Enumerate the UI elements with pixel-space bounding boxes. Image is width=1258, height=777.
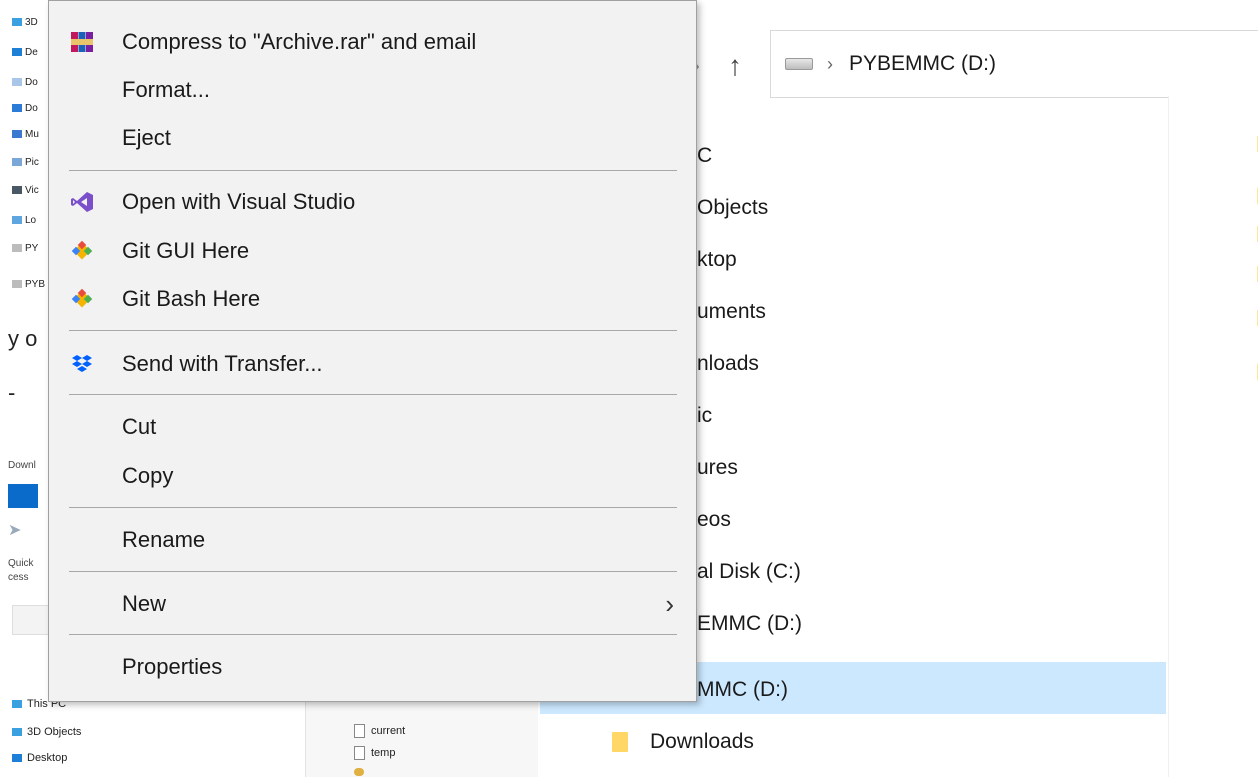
menu-item-label: Cut <box>122 414 157 439</box>
menu-item-label: Properties <box>122 654 223 679</box>
address-bar[interactable]: › PYBEMMC (D:) <box>770 30 1258 98</box>
menu-item-label: Open with Visual Studio <box>122 189 356 214</box>
background-label: Quick <box>8 558 34 569</box>
tree-item[interactable]: uments <box>697 300 766 324</box>
tree-item[interactable]: al Disk (C:) <box>697 560 801 584</box>
document-icon <box>12 78 22 86</box>
background-label: cess <box>8 572 29 583</box>
left-tree-item[interactable]: PYB <box>12 274 45 294</box>
tree-item[interactable]: Objects <box>697 196 768 220</box>
menu-item-send-transfer[interactable]: Send with Transfer... <box>49 341 696 387</box>
background-label: Downl <box>8 460 36 471</box>
left-tree-item[interactable]: Lo <box>12 210 36 230</box>
file-item[interactable]: temp <box>354 746 395 760</box>
file-item[interactable] <box>354 768 370 776</box>
menu-item-label: Git Bash Here <box>122 286 261 311</box>
menu-item-rename[interactable]: Rename <box>49 517 696 563</box>
address-path: PYBEMMC (D:) <box>849 52 996 75</box>
file-icon <box>354 724 365 738</box>
menu-item-copy[interactable]: Copy <box>49 453 696 499</box>
menu-separator <box>69 394 677 395</box>
menu-separator <box>69 634 677 635</box>
dropbox-icon <box>69 351 95 377</box>
tree-item-downloads[interactable]: Downloads <box>612 730 754 754</box>
winrar-icon <box>69 29 95 55</box>
menu-item-label: Format... <box>122 77 211 102</box>
content-pane <box>1168 96 1258 777</box>
tree-item-desktop[interactable]: Desktop <box>12 752 67 764</box>
context-menu: Compress to "Archive.rar" and email Form… <box>48 0 697 702</box>
menu-item-label: Send with Transfer... <box>122 351 323 376</box>
menu-item-git-gui[interactable]: Git GUI Here <box>49 228 696 274</box>
video-icon <box>12 186 22 194</box>
menu-item-label: Copy <box>122 463 174 488</box>
file-item[interactable]: current <box>354 724 405 738</box>
git-icon <box>69 286 95 312</box>
pictures-icon <box>12 158 22 166</box>
menu-item-label: Rename <box>122 527 206 552</box>
left-tree-item[interactable]: Mu <box>12 124 39 144</box>
drive-icon <box>12 280 22 288</box>
ribbon-button[interactable] <box>8 484 38 508</box>
left-tree-item[interactable]: 3D <box>12 12 38 32</box>
menu-separator <box>69 571 677 572</box>
menu-item-git-bash[interactable]: Git Bash Here <box>49 276 696 322</box>
tree-item[interactable]: ktop <box>697 248 737 272</box>
file-icon <box>354 746 365 760</box>
left-tree-item[interactable]: Do <box>12 98 38 118</box>
menu-item-cut[interactable]: Cut <box>49 404 696 450</box>
menu-separator <box>69 330 677 331</box>
music-icon <box>12 130 22 138</box>
tree-item[interactable]: nloads <box>697 352 759 376</box>
dropdown-box[interactable] <box>12 605 50 635</box>
bottom-file-list: current temp <box>305 690 538 777</box>
local-disk-icon <box>12 216 22 224</box>
download-icon <box>12 104 22 112</box>
tree-item[interactable]: EMMC (D:) <box>697 612 802 636</box>
left-tree-item[interactable]: Do <box>12 72 38 92</box>
cube-icon <box>12 18 22 26</box>
menu-item-new[interactable]: New › <box>49 581 696 627</box>
tree-item-selected[interactable]: MMC (D:) <box>697 678 788 702</box>
menu-item-eject[interactable]: Eject <box>49 115 696 161</box>
tree-item[interactable]: C <box>697 144 712 168</box>
background-text: - <box>8 380 16 405</box>
tree-item[interactable]: ures <box>697 456 738 480</box>
menu-item-label: Compress to "Archive.rar" and email <box>122 29 477 54</box>
left-navigation-pane: 3D De Do Do Mu Pic Vic Lo PY PYB y o - D… <box>0 0 50 700</box>
menu-item-open-visual-studio[interactable]: Open with Visual Studio <box>49 179 696 225</box>
archive-icon <box>354 768 364 776</box>
left-tree-item[interactable]: Pic <box>12 152 39 172</box>
menu-item-format[interactable]: Format... <box>49 67 696 113</box>
menu-item-properties[interactable]: Properties <box>49 644 696 690</box>
chevron-right-icon: › <box>665 588 674 619</box>
drive-icon <box>12 244 22 252</box>
git-icon <box>69 238 95 264</box>
background-text: y o <box>8 326 38 351</box>
computer-icon <box>12 700 22 708</box>
menu-separator <box>69 170 677 171</box>
bottom-navigation-pane: This PC 3D Objects Desktop <box>0 690 300 777</box>
menu-item-label: New <box>122 591 167 616</box>
menu-item-label: Git GUI Here <box>122 238 250 263</box>
chevron-right-icon[interactable]: › <box>827 54 833 75</box>
visual-studio-icon <box>69 189 95 215</box>
left-tree-item[interactable]: PY <box>12 238 38 258</box>
pin-icon: ➤ <box>8 522 22 539</box>
tree-item-3d-objects[interactable]: 3D Objects <box>12 726 81 738</box>
tree-item[interactable]: ic <box>697 404 712 428</box>
desktop-icon <box>12 754 22 762</box>
menu-item-compress-email[interactable]: Compress to "Archive.rar" and email <box>49 19 696 65</box>
left-tree-item[interactable]: De <box>12 42 38 62</box>
up-button[interactable]: ↑ <box>728 50 742 82</box>
cube-icon <box>12 728 22 736</box>
menu-separator <box>69 507 677 508</box>
menu-item-label: Eject <box>122 125 171 150</box>
folder-icon <box>612 732 628 752</box>
desktop-icon <box>12 48 22 56</box>
left-tree-item[interactable]: Vic <box>12 180 39 200</box>
drive-icon <box>785 58 813 70</box>
tree-item[interactable]: eos <box>697 508 731 532</box>
